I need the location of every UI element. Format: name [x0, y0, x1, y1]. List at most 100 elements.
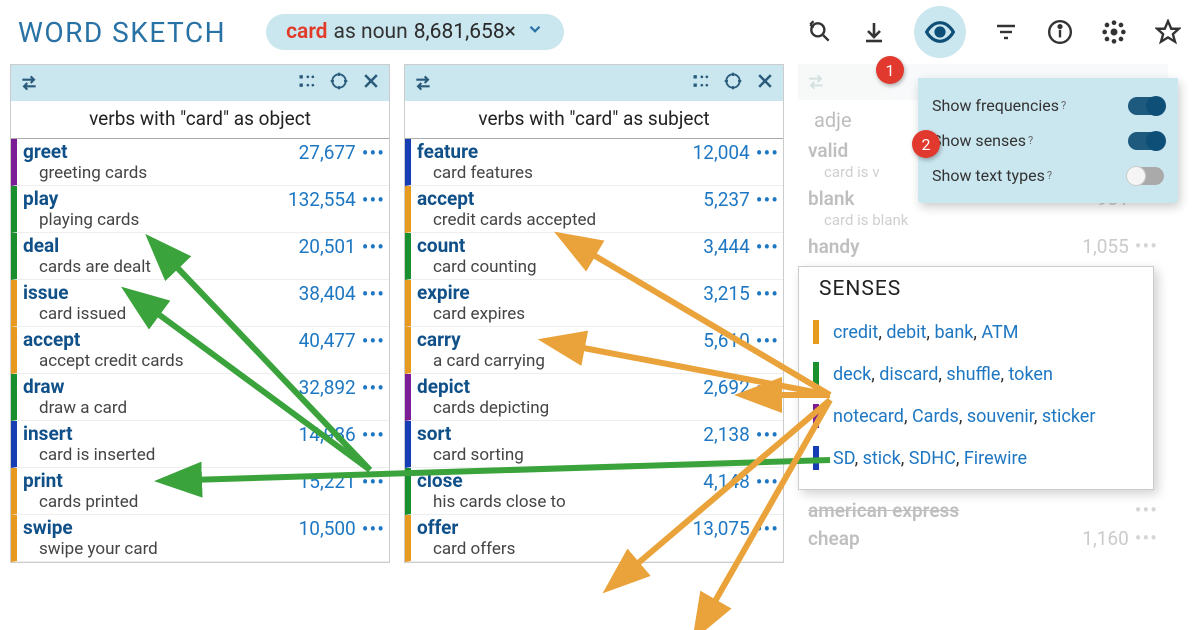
sense-row[interactable]: credit, debit, bank, ATM — [811, 311, 1141, 353]
more-icon[interactable]: ••• — [362, 329, 385, 353]
sense-word[interactable]: SDHC — [909, 448, 956, 469]
panel-subject: verbs with "card" as subject feature car… — [404, 64, 784, 563]
collocate-row[interactable]: feature card features 12,004 ••• — [405, 139, 783, 186]
collocate-row[interactable]: cheap 1,160 ••• — [798, 524, 1168, 552]
collocate-row[interactable]: sort card sorting 2,138 ••• — [405, 421, 783, 468]
sense-word[interactable]: stick — [863, 448, 901, 469]
more-icon[interactable]: ••• — [362, 376, 385, 400]
collocate-freq: 4,148 — [674, 470, 750, 493]
sense-row[interactable]: SD, stick, SDHC, Firewire — [811, 437, 1141, 479]
collocate-row[interactable]: insert card is inserted 14,986 ••• — [11, 421, 389, 468]
sense-word[interactable]: deck — [833, 364, 871, 385]
more-icon[interactable]: ••• — [756, 235, 779, 259]
search-again-icon[interactable] — [806, 18, 834, 46]
sense-row[interactable]: notecard, Cards, souvenir, sticker — [811, 395, 1141, 437]
collocate-row[interactable]: carry a card carrying 5,610 ••• — [405, 327, 783, 374]
collocate-row[interactable]: depict cards depicting 2,692 ••• — [405, 374, 783, 421]
more-icon[interactable]: ••• — [362, 235, 385, 259]
option-row[interactable]: Show text types? — [930, 158, 1166, 193]
lemma-pill[interactable]: card as noun 8,681,658× — [266, 14, 564, 50]
toggle-switch[interactable] — [1128, 97, 1164, 115]
collocate-word: deal — [23, 235, 280, 257]
sense-word[interactable]: shuffle — [946, 364, 1000, 385]
more-icon[interactable]: ••• — [756, 188, 779, 212]
more-icon[interactable]: ••• — [756, 329, 779, 353]
collocate-row[interactable]: offer card offers 13,075 ••• — [405, 515, 783, 562]
star-icon[interactable] — [1154, 18, 1182, 46]
more-icon[interactable]: ••• — [362, 423, 385, 447]
close-icon[interactable] — [361, 71, 381, 95]
close-icon[interactable] — [755, 71, 775, 95]
toggle-switch[interactable] — [1128, 132, 1164, 150]
collocate-example: greeting cards — [39, 163, 280, 183]
more-icon[interactable]: ••• — [756, 470, 779, 494]
expand-icon[interactable] — [723, 71, 743, 95]
collocate-freq: 20,501 — [280, 235, 356, 258]
sense-word[interactable]: credit — [833, 322, 878, 343]
sense-word[interactable]: ATM — [981, 322, 1018, 343]
collocate-row[interactable]: handy 1,055 ••• — [798, 232, 1168, 260]
sense-row[interactable]: deck, discard, shuffle, token — [811, 353, 1141, 395]
more-icon[interactable]: ••• — [362, 188, 385, 212]
sense-word[interactable]: bank — [934, 322, 973, 343]
collocate-example: card sorting — [433, 445, 674, 465]
collocate-row[interactable]: count card counting 3,444 ••• — [405, 233, 783, 280]
more-icon[interactable]: ••• — [362, 517, 385, 541]
sense-word[interactable]: token — [1008, 364, 1052, 385]
expand-icon[interactable] — [329, 71, 349, 95]
collocate-freq: 5,237 — [674, 188, 750, 211]
collocate-row[interactable]: play playing cards 132,554 ••• — [11, 186, 389, 233]
sense-word[interactable]: Firewire — [964, 448, 1027, 469]
page-header: WORD SKETCH card as noun 8,681,658× — [0, 0, 1200, 64]
info-icon[interactable] — [1046, 18, 1074, 46]
collocate-row[interactable]: swipe swipe your card 10,500 ••• — [11, 515, 389, 562]
sense-word[interactable]: Cards — [912, 406, 959, 427]
more-icon[interactable]: ••• — [756, 517, 779, 541]
sense-word[interactable]: notecard — [833, 406, 904, 427]
more-icon[interactable]: ••• — [756, 141, 779, 165]
collocate-example: card expires — [433, 304, 674, 324]
collocate-word: close — [417, 470, 674, 492]
more-icon[interactable]: ••• — [362, 141, 385, 165]
collocate-freq: 2,692 — [674, 376, 750, 399]
sense-word[interactable]: discard — [879, 364, 938, 385]
swap-icon[interactable] — [806, 72, 826, 92]
more-icon[interactable]: ••• — [756, 282, 779, 306]
sense-word[interactable]: sticker — [1042, 406, 1096, 427]
more-icon[interactable]: ••• — [362, 282, 385, 306]
option-row[interactable]: Show senses? — [930, 123, 1166, 158]
collocate-row[interactable]: accept credit cards accepted 5,237 ••• — [405, 186, 783, 233]
download-icon[interactable] — [860, 18, 888, 46]
toggle-switch[interactable] — [1128, 167, 1164, 185]
grid-icon[interactable] — [691, 71, 711, 95]
sense-word[interactable]: souvenir — [967, 406, 1034, 427]
chevron-down-icon[interactable] — [526, 20, 544, 44]
grid-icon[interactable] — [297, 71, 317, 95]
sense-color-bar — [813, 446, 819, 470]
collocate-row[interactable]: issue card issued 38,404 ••• — [11, 280, 389, 327]
collocate-row[interactable]: draw draw a card 32,892 ••• — [11, 374, 389, 421]
collocate-row[interactable]: print cards printed 15,221 ••• — [11, 468, 389, 515]
collocate-row[interactable]: close his cards close to 4,148 ••• — [405, 468, 783, 515]
sense-word[interactable]: debit — [886, 322, 926, 343]
view-options-popup: Show frequencies? Show senses? Show text… — [918, 78, 1178, 203]
swap-icon[interactable] — [413, 73, 433, 93]
more-icon[interactable]: ••• — [756, 376, 779, 400]
panel-head — [405, 65, 783, 101]
filter-icon[interactable] — [992, 18, 1020, 46]
collocate-row[interactable]: american express ••• — [798, 496, 1168, 524]
collocate-example: draw a card — [39, 398, 280, 418]
sense-word[interactable]: SD — [833, 448, 855, 469]
swap-icon[interactable] — [19, 73, 39, 93]
collocate-row[interactable]: accept accept credit cards 40,477 ••• — [11, 327, 389, 374]
collocate-example: accept credit cards — [39, 351, 280, 371]
collocate-row[interactable]: deal cards are dealt 20,501 ••• — [11, 233, 389, 280]
option-row[interactable]: Show frequencies? — [930, 88, 1166, 123]
collocate-row[interactable]: expire card expires 3,215 ••• — [405, 280, 783, 327]
collocate-row[interactable]: greet greeting cards 27,677 ••• — [11, 139, 389, 186]
view-options-button[interactable] — [914, 6, 966, 58]
collocate-word: offer — [417, 517, 674, 539]
more-icon[interactable]: ••• — [756, 423, 779, 447]
cluster-icon[interactable] — [1100, 18, 1128, 46]
more-icon[interactable]: ••• — [362, 470, 385, 494]
